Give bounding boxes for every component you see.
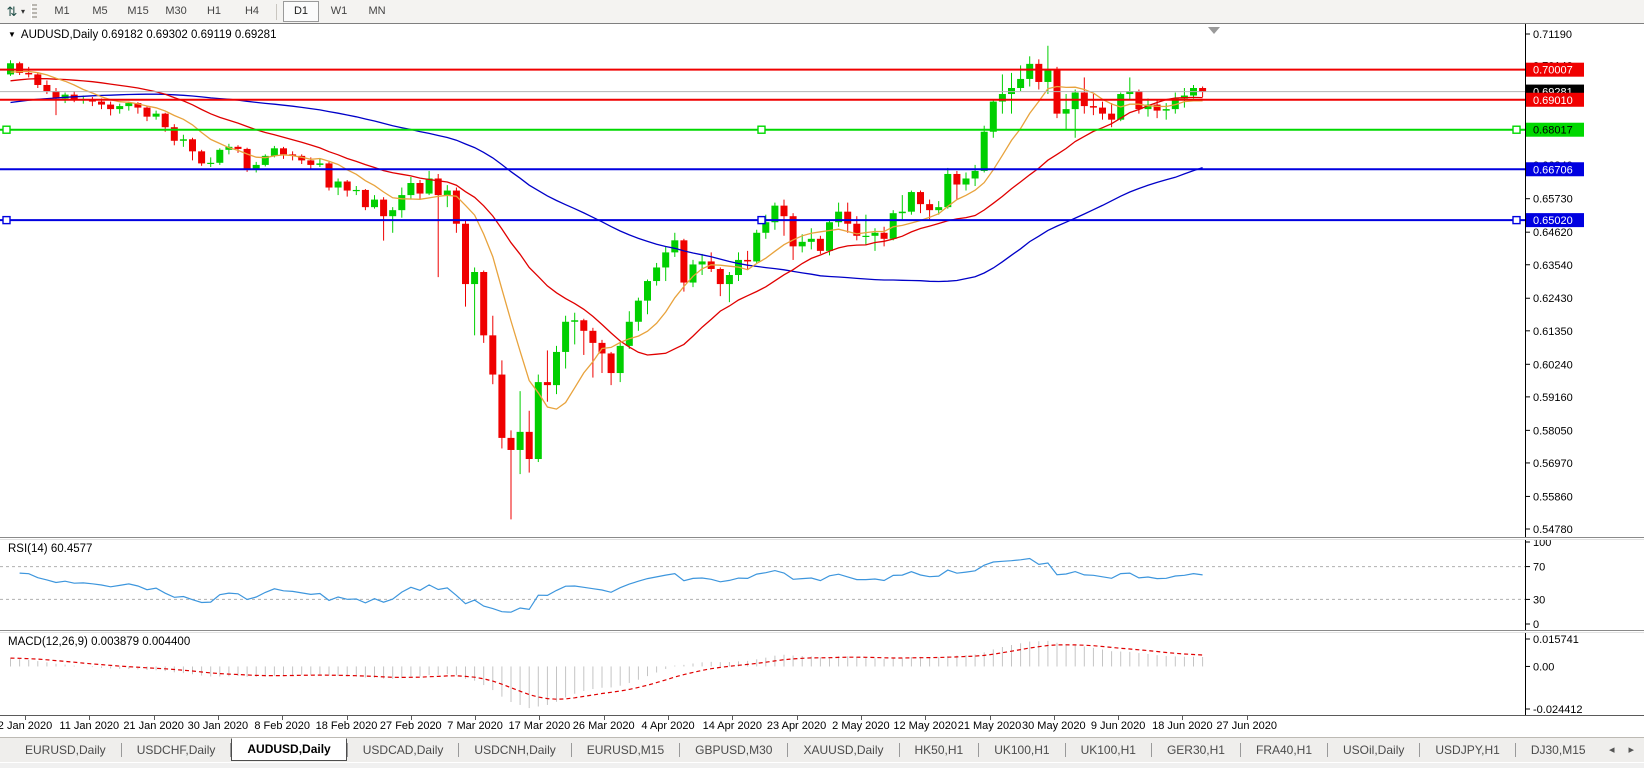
chart-window: 0.711900.701400.690300.679200.668400.657… — [0, 23, 1644, 737]
svg-text:0.64620: 0.64620 — [1533, 227, 1573, 239]
svg-text:0.54780: 0.54780 — [1533, 524, 1573, 536]
tab-eurusd-m15[interactable]: EURUSD,M15 — [572, 740, 679, 761]
macd-indicator-label: MACD(12,26,9) 0.003879 0.004400 — [8, 636, 190, 648]
svg-text:0.65020: 0.65020 — [1533, 215, 1573, 227]
tab-usoil-daily[interactable]: USOil,Daily — [1328, 740, 1419, 761]
chart-symbol-period: AUDUSD,Daily — [21, 29, 98, 41]
tab-scroll-left-icon[interactable]: ◂ — [1609, 744, 1615, 756]
timeframe-button-d1[interactable]: D1 — [283, 1, 319, 22]
time-axis-label: 7 Mar 2020 — [447, 720, 503, 732]
time-axis-label: 17 Mar 2020 — [509, 720, 571, 732]
time-axis-label: 21 May 2020 — [958, 720, 1022, 732]
time-axis-label: 2 May 2020 — [832, 720, 889, 732]
svg-text:0.69010: 0.69010 — [1533, 95, 1573, 107]
time-axis-label: 18 Jun 2020 — [1152, 720, 1213, 732]
svg-text:0.60240: 0.60240 — [1533, 359, 1573, 371]
time-axis-label: 30 May 2020 — [1022, 720, 1086, 732]
svg-text:0.63540: 0.63540 — [1533, 260, 1573, 272]
svg-text:0.55860: 0.55860 — [1533, 491, 1573, 503]
tab-audusd-daily[interactable]: AUDUSD,Daily — [231, 738, 346, 761]
time-axis-label: 18 Feb 2020 — [316, 720, 378, 732]
svg-text:0.015741: 0.015741 — [1533, 634, 1579, 646]
time-axis-label: 14 Apr 2020 — [703, 720, 762, 732]
svg-text:0.59160: 0.59160 — [1533, 392, 1573, 404]
time-axis-label: 2 Jan 2020 — [0, 720, 52, 732]
tab-dj30-m15[interactable]: DJ30,M15 — [1516, 740, 1601, 761]
trading-platform-window: ⇅ ▾ M1M5M15M30H1H4 D1W1MN 0.711900.701400… — [0, 0, 1644, 768]
rsi-indicator-label: RSI(14) 60.4577 — [8, 543, 92, 555]
tab-fra40-h1[interactable]: FRA40,H1 — [1241, 740, 1327, 761]
tab-usdchf-daily[interactable]: USDCHF,Daily — [122, 740, 231, 761]
svg-text:0.56970: 0.56970 — [1533, 458, 1573, 470]
time-axis-label: 21 Jan 2020 — [123, 720, 184, 732]
svg-text:0.70007: 0.70007 — [1533, 65, 1573, 77]
time-axis-label: 23 Apr 2020 — [767, 720, 826, 732]
timeframe-button-h4[interactable]: H4 — [234, 1, 270, 22]
toolbar-separator — [276, 4, 277, 20]
time-axis-label: 4 Apr 2020 — [641, 720, 694, 732]
svg-text:-0.024412: -0.024412 — [1533, 704, 1583, 715]
svg-text:0.62430: 0.62430 — [1533, 293, 1573, 305]
svg-text:30: 30 — [1533, 594, 1545, 606]
chart-title: ▼ AUDUSD,Daily 0.69182 0.69302 0.69119 0.… — [8, 29, 276, 41]
svg-text:100: 100 — [1533, 540, 1551, 549]
tab-ger30-h1[interactable]: GER30,H1 — [1152, 740, 1240, 761]
timeframe-button-m1[interactable]: M1 — [44, 1, 80, 22]
chart-ohlc-values: 0.69182 0.69302 0.69119 0.69281 — [101, 29, 276, 41]
tab-usdcad-daily[interactable]: USDCAD,Daily — [348, 740, 459, 761]
collapse-triangle-icon[interactable]: ▼ — [8, 30, 16, 39]
time-axis-label: 27 Feb 2020 — [380, 720, 442, 732]
tab-gbpusd-m30[interactable]: GBPUSD,M30 — [680, 740, 787, 761]
macd-values: 0.003879 0.004400 — [91, 636, 190, 648]
toolbar-grip — [31, 4, 37, 20]
timeframe-button-mn[interactable]: MN — [359, 1, 395, 22]
timeframe-button-m30[interactable]: M30 — [158, 1, 194, 22]
svg-text:0.65730: 0.65730 — [1533, 194, 1573, 206]
svg-text:70: 70 — [1533, 562, 1545, 574]
arrows-icon[interactable]: ⇅ — [3, 3, 21, 21]
time-axis-label: 8 Feb 2020 — [254, 720, 310, 732]
time-axis-label: 9 Jun 2020 — [1091, 720, 1145, 732]
svg-text:0: 0 — [1533, 619, 1539, 630]
tab-scroll-arrows: ◂▸ — [1595, 743, 1634, 756]
tab-hk50-h1[interactable]: HK50,H1 — [900, 740, 979, 761]
timeframe-toolbar: ⇅ ▾ M1M5M15M30H1H4 D1W1MN — [0, 0, 1644, 24]
status-strip — [0, 762, 1644, 768]
time-axis[interactable]: 2 Jan 2020 11 Jan 2020 21 Jan 2020 30 Jan 2… — [0, 715, 1644, 738]
tab-eurusd-daily[interactable]: EURUSD,Daily — [10, 740, 121, 761]
tab-uk100-h1[interactable]: UK100,H1 — [1066, 740, 1151, 761]
svg-text:0.66706: 0.66706 — [1533, 164, 1573, 176]
rsi-value: 60.4577 — [51, 543, 93, 555]
time-axis-label: 27 Jun 2020 — [1216, 720, 1277, 732]
tab-uk100-h1[interactable]: UK100,H1 — [979, 740, 1064, 761]
rsi-panel[interactable]: 100 70 30 0 — [0, 540, 1644, 630]
main-price-chart[interactable]: 0.711900.701400.690300.679200.668400.657… — [0, 24, 1644, 537]
svg-text:0.71190: 0.71190 — [1533, 29, 1572, 41]
timeframe-button-m15[interactable]: M15 — [120, 1, 156, 22]
timeframe-button-w1[interactable]: W1 — [321, 1, 357, 22]
time-axis-label: 12 May 2020 — [893, 720, 957, 732]
time-axis-label: 30 Jan 2020 — [188, 720, 249, 732]
tab-usdjpy-h1[interactable]: USDJPY,H1 — [1420, 740, 1514, 761]
svg-text:0.68017: 0.68017 — [1533, 125, 1573, 137]
svg-text:0.61350: 0.61350 — [1533, 326, 1573, 338]
svg-text:0.58050: 0.58050 — [1533, 425, 1573, 437]
time-axis-label: 26 Mar 2020 — [573, 720, 635, 732]
chevron-down-icon[interactable]: ▾ — [21, 7, 25, 16]
timeframe-button-h1[interactable]: H1 — [196, 1, 232, 22]
tab-scroll-right-icon[interactable]: ▸ — [1628, 744, 1634, 756]
chart-tabs-bar: EURUSD,DailyUSDCHF,DailyAUDUSD,DailyUSDC… — [0, 737, 1644, 762]
tab-xauusd-daily[interactable]: XAUUSD,Daily — [788, 740, 898, 761]
time-axis-label: 11 Jan 2020 — [59, 720, 119, 732]
svg-text:0.00: 0.00 — [1533, 661, 1554, 673]
tab-usdcnh-daily[interactable]: USDCNH,Daily — [459, 740, 570, 761]
timeframe-button-m5[interactable]: M5 — [82, 1, 118, 22]
macd-panel[interactable]: 0.015741 0.00 -0.024412 — [0, 633, 1644, 715]
